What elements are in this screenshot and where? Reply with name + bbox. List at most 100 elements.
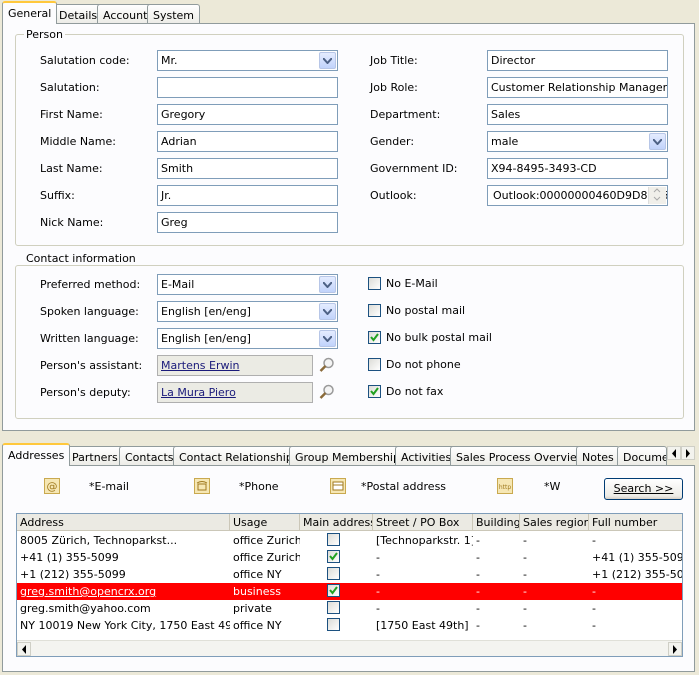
main-address-checkbox[interactable] [300, 583, 373, 600]
contact-group-title: Contact information [24, 252, 138, 265]
outlook-label: Outlook: [370, 189, 417, 202]
table-cell: - [523, 602, 527, 615]
search-icon[interactable] [318, 356, 336, 374]
tab-system[interactable]: System [147, 4, 201, 24]
no-email-checkbox[interactable] [368, 277, 381, 290]
tabs-scroll-right-icon[interactable] [681, 446, 695, 460]
table-row[interactable]: greg.smith@yahoo.com private - - - - [17, 600, 682, 617]
tab-activities[interactable]: Activities [395, 446, 458, 466]
email-icon[interactable]: @ [44, 478, 60, 494]
written-language-select[interactable]: English [en/eng] [157, 328, 338, 349]
scroll-right-icon[interactable] [668, 642, 682, 656]
table-body: 8005 Zürich, Technoparkst... office Zuric… [17, 532, 683, 642]
postal-type-label[interactable]: *Postal address [361, 480, 446, 493]
table-cell: greg.smith@yahoo.com [20, 602, 151, 615]
table-row[interactable]: NY 10019 New York City, 1750 East 49... o… [17, 617, 682, 634]
search-icon[interactable] [318, 383, 336, 401]
table-cell: - [376, 551, 380, 564]
tab-sales-process-overview[interactable]: Sales Process Overview [450, 446, 592, 466]
table-row[interactable]: +1 (212) 355-5099 office NY - - - +1 (212) 35… [17, 566, 682, 583]
persons-deputy-label: Person's deputy: [40, 386, 131, 399]
first-name-field[interactable]: Gregory [157, 104, 338, 125]
phone-type-label[interactable]: *Phone [239, 480, 279, 493]
table-row[interactable]: 8005 Zürich, Technoparkst... office Zuric… [17, 532, 682, 549]
department-field[interactable]: Sales [487, 104, 668, 125]
tab-notes[interactable]: Notes [576, 446, 620, 466]
table-row[interactable]: greg.smith@opencrx.org business - - - - [17, 583, 682, 600]
svg-text:@: @ [47, 480, 58, 493]
main-address-checkbox[interactable] [300, 600, 373, 617]
table-cell: office NY [233, 619, 282, 632]
gender-select[interactable]: male [487, 131, 668, 152]
outlook-field[interactable]: Outlook:00000000460D9D8236 [487, 185, 668, 206]
government-id-field[interactable]: X94-8495-3493-CD [487, 158, 668, 179]
chevron-down-icon[interactable] [319, 330, 336, 347]
column-header-address[interactable]: Address [17, 514, 230, 531]
salutation-code-select[interactable]: Mr. [157, 50, 338, 71]
tab-details[interactable]: Details [53, 4, 104, 24]
table-cell: NY 10019 New York City, 1750 East 49... [20, 619, 230, 632]
table-cell: greg.smith@opencrx.org [20, 585, 157, 598]
do-not-phone-checkbox[interactable] [368, 358, 381, 371]
main-address-checkbox[interactable] [300, 532, 373, 549]
horizontal-scrollbar[interactable] [17, 640, 682, 656]
main-address-checkbox[interactable] [300, 549, 373, 566]
tab-contacts[interactable]: Contacts [119, 446, 180, 466]
chevron-down-icon[interactable] [319, 276, 336, 293]
search-button[interactable]: Search >> [604, 478, 683, 500]
chevron-down-icon[interactable] [319, 52, 336, 69]
phone-icon[interactable] [194, 478, 210, 494]
column-header-main-address[interactable]: Main address [300, 514, 373, 531]
column-header-building[interactable]: Building [473, 514, 520, 531]
main-address-checkbox[interactable] [300, 566, 373, 583]
tabs-scroll-left-icon[interactable] [667, 446, 681, 460]
postal-icon[interactable] [330, 478, 346, 494]
tab-general[interactable]: General [2, 1, 58, 24]
spoken-language-select[interactable]: English [en/eng] [157, 301, 338, 322]
table-cell: - [592, 602, 596, 615]
middle-name-field[interactable]: Adrian [157, 131, 338, 152]
persons-assistant-field[interactable]: Martens Erwin [157, 355, 313, 376]
scroll-left-icon[interactable] [17, 642, 31, 656]
table-row[interactable]: +41 (1) 355-5099 office Zurich - - - +41 (1) … [17, 549, 683, 566]
do-not-phone-label: Do not phone [386, 358, 461, 371]
tab-partners[interactable]: Partners [66, 446, 124, 466]
last-name-field[interactable]: Smith [157, 158, 338, 179]
web-icon[interactable]: http [497, 478, 513, 494]
tab-group-memberships[interactable]: Group Memberships [289, 446, 412, 466]
tab-documents[interactable]: Documer [617, 446, 667, 466]
table-cell: - [523, 551, 527, 564]
no-postal-mail-checkbox[interactable] [368, 304, 381, 317]
web-type-label[interactable]: *W [544, 480, 560, 493]
no-bulk-postal-mail-checkbox[interactable] [368, 331, 381, 344]
table-cell: +41 (1) 355-5099 [592, 551, 683, 564]
column-header-full-number[interactable]: Full number [589, 514, 682, 531]
column-header-usage[interactable]: Usage [230, 514, 300, 531]
preferred-method-label: Preferred method: [40, 278, 141, 291]
table-cell: - [376, 602, 380, 615]
do-not-fax-checkbox[interactable] [368, 385, 381, 398]
salutation-field[interactable] [157, 77, 338, 98]
textarea-scroll-icon[interactable] [648, 187, 666, 204]
tab-contact-relationships[interactable]: Contact Relationships [173, 446, 305, 466]
table-cell: 8005 Zürich, Technoparkst... [20, 534, 178, 547]
email-type-label[interactable]: *E-mail [89, 480, 129, 493]
persons-assistant-label: Person's assistant: [40, 359, 143, 372]
job-role-field[interactable]: Customer Relationship Manager [487, 77, 668, 98]
column-header-street[interactable]: Street / PO Box [373, 514, 473, 531]
tab-account[interactable]: Account [97, 4, 154, 24]
nick-name-label: Nick Name: [40, 216, 104, 229]
tab-addresses[interactable]: Addresses [2, 443, 71, 466]
main-address-checkbox[interactable] [300, 617, 373, 634]
job-title-field[interactable]: Director [487, 50, 668, 71]
suffix-field[interactable]: Jr. [157, 185, 338, 206]
preferred-method-select[interactable]: E-Mail [157, 274, 338, 295]
no-postal-mail-label: No postal mail [386, 304, 466, 317]
table-cell: office Zurich [233, 551, 300, 564]
column-header-sales-region[interactable]: Sales region [520, 514, 589, 531]
chevron-down-icon[interactable] [649, 133, 666, 150]
nick-name-field[interactable]: Greg [157, 212, 338, 233]
persons-deputy-field[interactable]: La Mura Piero [157, 382, 313, 403]
chevron-down-icon[interactable] [319, 303, 336, 320]
table-cell: [1750 East 49th] [376, 619, 469, 632]
